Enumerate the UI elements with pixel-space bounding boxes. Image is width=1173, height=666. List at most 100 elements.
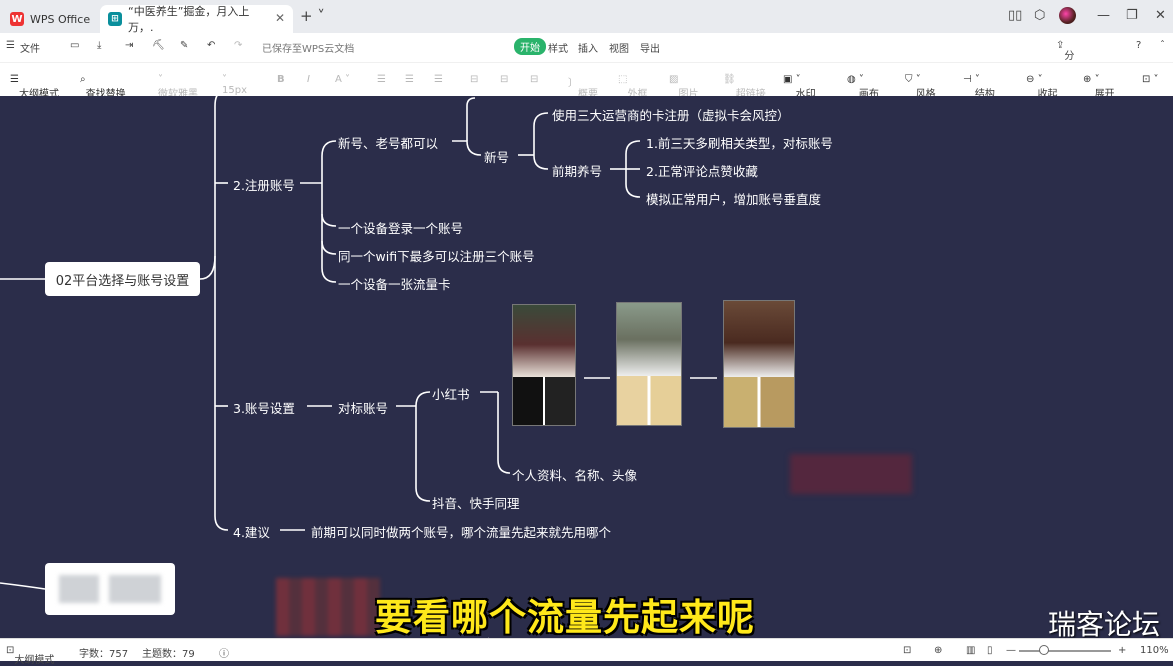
node-benchmark[interactable]: 对标账号	[338, 398, 388, 417]
node-advice[interactable]: 4.建议	[233, 522, 270, 541]
mindmap-canvas[interactable]: 02平台选择与账号设置 2.注册账号 新号、老号都可以 新号 使用三大运营商的卡…	[0, 96, 1173, 638]
tab-label: “中医养生”掘金，月入上万，.	[128, 5, 250, 34]
find-replace-button[interactable]: ⌕ 查找替换	[80, 74, 126, 100]
node-xiaohongshu[interactable]: 小红书	[432, 384, 470, 403]
fit-view-icon[interactable]: ⊡	[903, 645, 911, 656]
node-douyin[interactable]: 抖音、快手同理	[432, 493, 520, 512]
mindmap-doc-icon: ⊞	[108, 12, 122, 26]
italic-button[interactable]: I	[307, 74, 310, 85]
node-sim-one[interactable]: 一个设备一张流量卡	[338, 274, 451, 293]
node-account-settings[interactable]: 3.账号设置	[233, 398, 295, 417]
font-color-button[interactable]: A ˅	[335, 74, 350, 85]
node-profile[interactable]: 个人资料、名称、头像	[512, 465, 637, 484]
link-button[interactable]: ⛓ 超链接	[723, 74, 766, 100]
node-nurture-3[interactable]: 模拟正常用户，增加账号垂直度	[646, 189, 821, 208]
collapse-ribbon-icon[interactable]: ˆ	[1160, 40, 1165, 51]
wps-logo-icon: W	[10, 12, 24, 26]
profile-screenshot-image[interactable]	[512, 304, 576, 426]
map-icon[interactable]: ▥	[966, 645, 975, 656]
image-button[interactable]: ▨ 图片	[669, 74, 698, 100]
node-old-new[interactable]: 新号、老号都可以	[338, 133, 438, 152]
expand-button[interactable]: ⊕ 展开 ˅	[1083, 74, 1115, 100]
root-node[interactable]: 02平台选择与账号设置	[45, 262, 200, 296]
share-button[interactable]: ⇪ 分享与协作	[1056, 40, 1074, 122]
toolbar: ☰ 大纲模式 ⌕ 查找替换 微软雅黑 ˅ 15px ˅ B I A ˅ ☰ ☰ …	[0, 62, 1173, 100]
align-right-icon[interactable]: ☰	[434, 74, 443, 85]
menu-insert[interactable]: 插入	[578, 40, 598, 55]
title-bar: W WPS Office ⊞ “中医养生”掘金，月入上万，. ✕ + ˅ ▯▯ …	[0, 0, 1173, 34]
zoom-in-button[interactable]: +	[1118, 645, 1126, 656]
outline-mode-button[interactable]: ☰ 大纲模式	[10, 74, 59, 100]
menu-export[interactable]: 导出	[640, 40, 660, 55]
book-icon[interactable]: ▯	[987, 645, 993, 656]
new-tab-icon[interactable]: + ˅	[300, 7, 325, 25]
node-new-account[interactable]: 新号	[484, 147, 509, 166]
zoom-out-button[interactable]: —	[1006, 645, 1016, 656]
avatar[interactable]	[1059, 7, 1076, 24]
summary-button[interactable]: 〕概要	[568, 74, 598, 100]
bold-button[interactable]: B	[277, 74, 285, 85]
export-icon[interactable]: ⇥	[125, 40, 133, 51]
sibling-topic-icon[interactable]: ⊟	[500, 74, 508, 85]
subtopic-icon[interactable]: ⊟	[470, 74, 478, 85]
image-grid	[513, 377, 575, 425]
parent-topic-icon[interactable]: ⊟	[530, 74, 538, 85]
redo-icon[interactable]: ↷	[234, 40, 242, 51]
save-icon[interactable]: ▭	[70, 40, 79, 51]
canvas-button[interactable]: ◍ 画布 ˅	[847, 74, 879, 100]
font-select[interactable]: 微软雅黑 ˅	[158, 74, 198, 100]
download-icon[interactable]: ⤓	[97, 40, 101, 51]
menu-start[interactable]: 开始	[514, 38, 546, 55]
node-advice-text[interactable]: 前期可以同时做两个账号，哪个流量先起来就先用哪个	[311, 522, 611, 541]
blurred-annotation	[790, 454, 912, 494]
format-painter-icon[interactable]: ⛏	[152, 40, 165, 51]
profile-screenshot-image[interactable]	[616, 302, 682, 426]
watermark-button[interactable]: ▣ 水印 ˅	[783, 74, 816, 100]
node-nurture[interactable]: 前期养号	[552, 161, 602, 180]
layout-icon[interactable]: ▯▯	[1008, 8, 1022, 23]
profile-screenshot-image[interactable]	[723, 300, 795, 428]
zoom-level[interactable]: 110%	[1140, 645, 1169, 656]
pen-icon[interactable]: ✎	[180, 40, 188, 51]
help-icon[interactable]: ?	[1136, 40, 1141, 51]
menu-view[interactable]: 视图	[609, 40, 629, 55]
close-window-icon[interactable]: ✕	[1155, 8, 1166, 23]
frame-button[interactable]: ⬚ 外框	[618, 74, 647, 100]
structure-button[interactable]: ⊣ 结构 ˅	[963, 74, 995, 100]
collapse-button[interactable]: ⊖ 收起 ˅	[1026, 74, 1058, 100]
minimize-icon[interactable]: —	[1097, 8, 1110, 23]
style-button[interactable]: ⛉ 风格 ˅	[905, 74, 936, 100]
more-icon[interactable]: ⊡ ˅	[1142, 74, 1159, 85]
root-node-label: 02平台选择与账号设置	[55, 273, 190, 289]
mosaic-overlay	[276, 578, 380, 636]
restore-icon[interactable]: ❐	[1126, 8, 1138, 23]
node-register[interactable]: 2.注册账号	[233, 175, 295, 194]
node-nurture-2[interactable]: 2.正常评论点赞收藏	[646, 161, 758, 180]
node-nurture-1[interactable]: 1.前三天多刷相关类型，对标账号	[646, 133, 833, 152]
file-menu[interactable]: 文件	[20, 40, 40, 55]
blurred-text	[59, 575, 99, 603]
tab-document[interactable]: ⊞ “中医养生”掘金，月入上万，. ✕	[100, 5, 293, 34]
node-one-device[interactable]: 一个设备登录一个账号	[338, 218, 463, 237]
node-wifi[interactable]: 同一个wifi下最多可以注册三个账号	[338, 246, 535, 265]
save-status: 已保存至WPS云文档	[262, 44, 355, 55]
node-sim-card[interactable]: 使用三大运营商的卡注册（虚拟卡会风控）	[552, 105, 790, 124]
zoom-slider[interactable]	[1019, 650, 1111, 652]
outline-mode-status[interactable]: ⊡ 大纲模式	[6, 645, 54, 666]
menu-style[interactable]: 样式	[548, 40, 568, 55]
locate-icon[interactable]: ⊕	[934, 645, 942, 656]
info-icon[interactable]: ⓘ	[219, 645, 229, 660]
close-tab-icon[interactable]: ✕	[275, 11, 285, 25]
menu-icon[interactable]: ☰	[6, 40, 15, 51]
align-center-icon[interactable]: ☰	[405, 74, 414, 85]
zoom-slider-handle[interactable]	[1039, 645, 1049, 655]
image-header	[724, 301, 794, 377]
topic-count: 主题数：79	[142, 649, 195, 660]
next-root-node[interactable]	[45, 563, 175, 615]
cube-icon[interactable]: ⬡	[1034, 8, 1045, 23]
font-size-select[interactable]: 15px ˅	[222, 74, 247, 96]
status-bar: ⊡ 大纲模式 字数：757 主题数：79 ⓘ ⊡ ⊕ ▥ ▯ — + 110%	[0, 638, 1173, 666]
tab-wps-home[interactable]: W WPS Office	[2, 5, 96, 33]
align-left-icon[interactable]: ☰	[377, 74, 386, 85]
undo-icon[interactable]: ↶	[207, 40, 215, 51]
